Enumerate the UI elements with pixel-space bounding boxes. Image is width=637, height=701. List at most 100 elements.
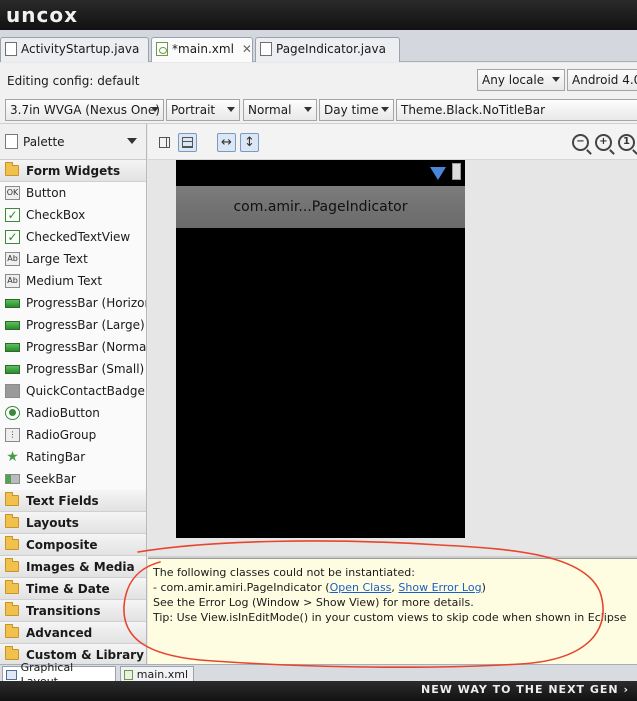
layout-canvas[interactable]: com.amir...PageIndicator bbox=[148, 160, 637, 558]
device-preview[interactable]: com.amir...PageIndicator bbox=[176, 160, 465, 538]
orientation-value: Portrait bbox=[171, 103, 216, 117]
palette-widget-item[interactable]: ★ RatingBar bbox=[0, 446, 146, 468]
palette-category[interactable]: Layouts bbox=[0, 512, 146, 534]
palette-widget-item[interactable]: ProgressBar (Small) bbox=[0, 358, 146, 380]
palette-widget-item[interactable]: Ab Large Text bbox=[0, 248, 146, 270]
device-config-toolbar: 3.7in WVGA (Nexus One) Portrait Normal D… bbox=[0, 96, 637, 124]
palette-widget-item[interactable]: RadioButton bbox=[0, 402, 146, 424]
palette-item-label: RatingBar bbox=[26, 450, 86, 464]
zoom-in-icon[interactable]: + bbox=[595, 134, 612, 151]
palette-category[interactable]: Composite bbox=[0, 534, 146, 556]
palette-item-label: Text Fields bbox=[26, 493, 99, 508]
folder-icon bbox=[5, 602, 19, 616]
palette-widget-item[interactable]: ✓ CheckBox bbox=[0, 204, 146, 226]
palette-widget-item[interactable]: QuickContactBadge bbox=[0, 380, 146, 402]
watermark-logo: uncox bbox=[6, 3, 78, 27]
palette-item-label: Medium Text bbox=[26, 274, 103, 288]
palette-category[interactable]: Text Fields bbox=[0, 490, 146, 512]
palette-category[interactable]: Time & Date bbox=[0, 578, 146, 600]
horizontal-arrows-icon: ↔ bbox=[221, 135, 232, 150]
palette-widget-item[interactable]: OK Button bbox=[0, 182, 146, 204]
theme-select[interactable]: Theme.Black.NoTitleBar bbox=[396, 99, 637, 121]
palette-icon bbox=[5, 134, 18, 149]
star-widget-icon: ★ bbox=[6, 449, 19, 465]
ab-widget-icon: Ab bbox=[5, 252, 20, 266]
split-rows-icon bbox=[182, 137, 193, 148]
palette-menu-chevron-icon[interactable] bbox=[127, 138, 137, 144]
dock-mode-value: Normal bbox=[248, 103, 292, 117]
checked-text-widget-icon: ✓ bbox=[5, 230, 20, 244]
palette-title: Palette bbox=[23, 135, 65, 149]
platform-value: Android 4.0.3 bbox=[572, 73, 637, 87]
platform-select[interactable]: Android 4.0.3 bbox=[567, 69, 637, 91]
palette-category[interactable]: Advanced bbox=[0, 622, 146, 644]
palette-item-label: Layouts bbox=[26, 515, 79, 530]
palette-item-label: Images & Media bbox=[26, 559, 135, 574]
error-line-3: See the Error Log (Window > Show View) f… bbox=[153, 596, 474, 609]
palette-item-label: Custom & Library Views bbox=[26, 647, 146, 662]
locale-select[interactable]: Any locale bbox=[477, 69, 565, 91]
close-tab-icon[interactable]: ✕ bbox=[242, 42, 252, 56]
orientation-select[interactable]: Portrait bbox=[166, 99, 240, 121]
tab-activity-startup[interactable]: ActivityStartup.java bbox=[0, 37, 149, 62]
folder-icon bbox=[5, 558, 19, 572]
tab-graphical-layout[interactable]: Graphical Layout bbox=[2, 661, 116, 688]
xml-file-icon bbox=[124, 669, 133, 680]
config-toolbar: Editing config: default Any locale Andro… bbox=[0, 63, 637, 96]
palette-category[interactable]: Form Widgets bbox=[0, 160, 146, 182]
palette-widget-item[interactable]: Ab Medium Text bbox=[0, 270, 146, 292]
palette-widget-item[interactable]: ProgressBar (Large) bbox=[0, 314, 146, 336]
zoom-actual-size-icon[interactable]: 1 bbox=[618, 134, 635, 151]
tab-main-xml[interactable]: *main.xml ✕ bbox=[151, 37, 253, 62]
open-class-link[interactable]: Open Class bbox=[330, 581, 392, 594]
palette-widget-item[interactable]: ✓ CheckedTextView bbox=[0, 226, 146, 248]
badge-widget-icon bbox=[5, 384, 20, 398]
folder-icon bbox=[5, 514, 19, 528]
watermark-slogan: NEW WAY TO THE NEXT GEN › bbox=[421, 683, 629, 696]
locale-value: Any locale bbox=[482, 73, 545, 87]
folder-icon bbox=[5, 646, 19, 660]
folder-icon bbox=[5, 580, 19, 594]
error-class-name: - com.amir.amiri.PageIndicator ( bbox=[153, 581, 330, 594]
palette-item-label: Composite bbox=[26, 537, 98, 552]
canvas-toolbar: ↔ ↕ − + 1 bbox=[148, 124, 637, 160]
device-status-bar bbox=[176, 160, 465, 186]
zoom-out-icon[interactable]: − bbox=[572, 134, 589, 151]
tab-page-indicator[interactable]: PageIndicator.java bbox=[255, 37, 400, 62]
error-line-1: The following classes could not be insta… bbox=[153, 566, 415, 579]
palette-item-label: Advanced bbox=[26, 625, 93, 640]
progress-widget-icon bbox=[5, 364, 20, 374]
app-title-bar: com.amir...PageIndicator bbox=[176, 186, 465, 228]
palette-category[interactable]: Images & Media bbox=[0, 556, 146, 578]
chevron-down-icon bbox=[381, 107, 389, 112]
palette-item-label: QuickContactBadge bbox=[26, 384, 145, 398]
toggle-fill-height-button[interactable]: ↕ bbox=[240, 133, 259, 152]
layout-horizontal-button[interactable] bbox=[155, 133, 174, 152]
palette-item-label: ProgressBar (Horizontal) bbox=[26, 296, 146, 310]
palette-widget-item[interactable]: ProgressBar (Normal) bbox=[0, 336, 146, 358]
palette-item-label: Time & Date bbox=[26, 581, 110, 596]
layout-icon bbox=[6, 669, 17, 680]
time-value: Day time bbox=[324, 103, 379, 117]
folder-icon bbox=[5, 492, 19, 506]
show-error-log-link[interactable]: Show Error Log bbox=[398, 581, 481, 594]
toggle-fill-width-button[interactable]: ↔ bbox=[217, 133, 236, 152]
palette-item-label: RadioButton bbox=[26, 406, 100, 420]
dock-mode-select[interactable]: Normal bbox=[243, 99, 317, 121]
palette-category[interactable]: Transitions bbox=[0, 600, 146, 622]
editor-tab-bar: ActivityStartup.java *main.xml ✕ PageInd… bbox=[0, 30, 637, 62]
layout-vertical-button[interactable] bbox=[178, 133, 197, 152]
device-select[interactable]: 3.7in WVGA (Nexus One) bbox=[5, 99, 164, 121]
folder-icon bbox=[5, 624, 19, 638]
palette-item-label: SeekBar bbox=[26, 472, 76, 486]
palette-widget-item[interactable]: SeekBar bbox=[0, 468, 146, 490]
tab-main-xml-source[interactable]: main.xml bbox=[120, 666, 194, 682]
palette-widget-item[interactable]: ⋮ RadioGroup bbox=[0, 424, 146, 446]
chevron-down-icon bbox=[304, 107, 312, 112]
error-line-4: Tip: Use View.isInEditMode() in your cus… bbox=[153, 611, 627, 624]
chevron-down-icon bbox=[151, 107, 159, 112]
watermark-top-bar: uncox bbox=[0, 0, 637, 30]
time-select[interactable]: Day time bbox=[319, 99, 394, 121]
palette-widget-item[interactable]: ProgressBar (Horizontal) bbox=[0, 292, 146, 314]
tab-label: ActivityStartup.java bbox=[21, 42, 140, 56]
